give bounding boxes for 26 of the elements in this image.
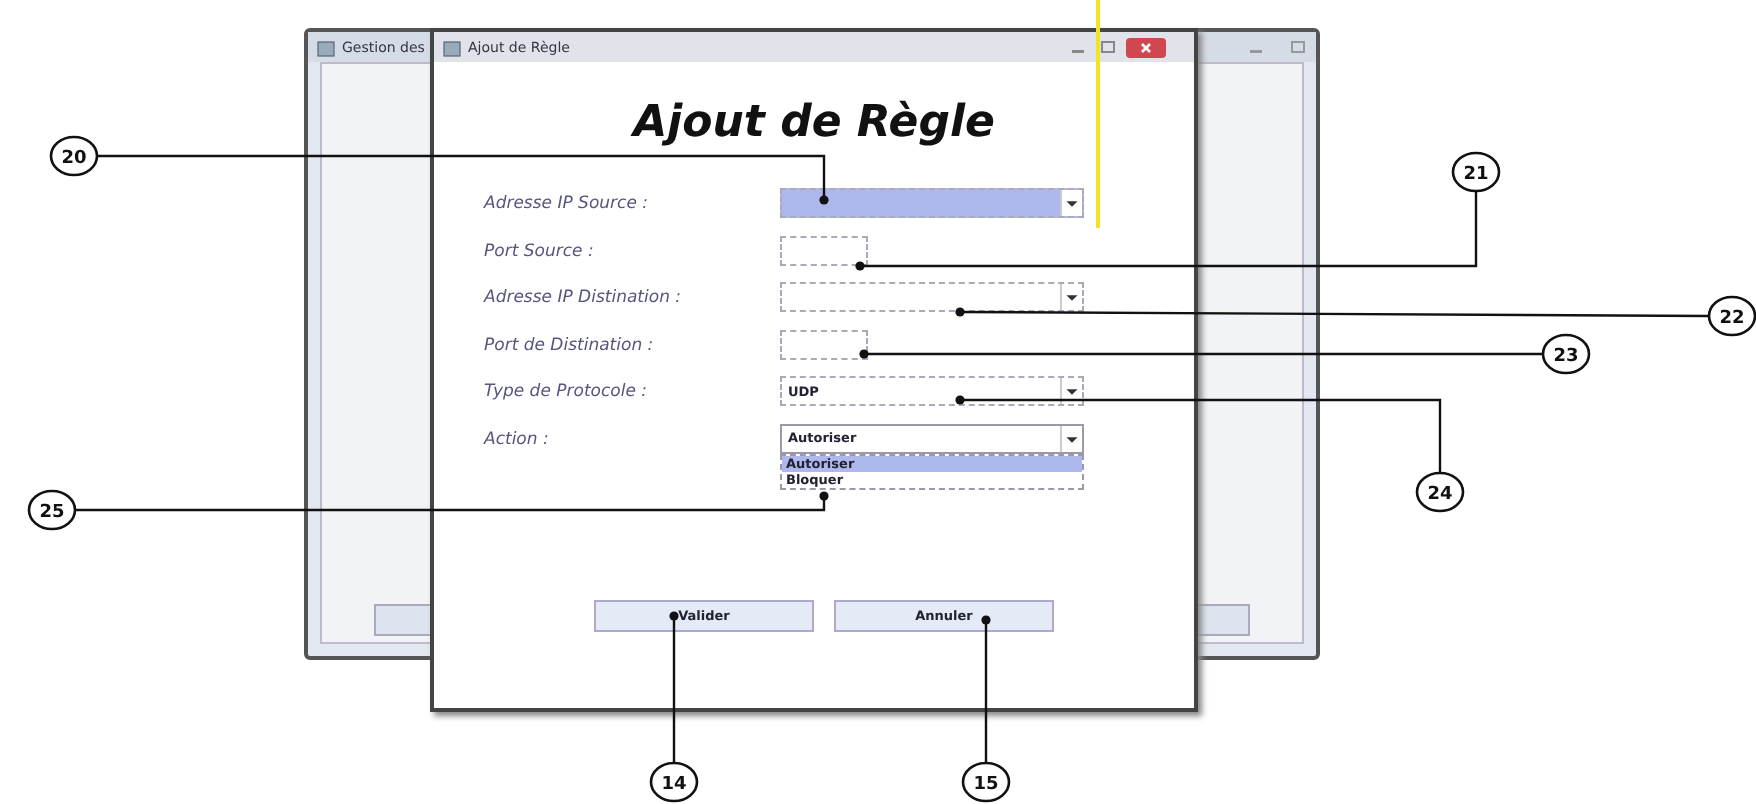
callout-number: 24 xyxy=(1427,485,1453,505)
callout-number: 25 xyxy=(39,503,65,523)
callout-ring xyxy=(49,135,99,177)
field-label: Action : xyxy=(484,427,551,449)
app-icon xyxy=(442,37,462,57)
app-icon xyxy=(316,37,336,57)
callout-number: 23 xyxy=(1553,347,1579,367)
dialog-heading: Ajout de Règle xyxy=(633,98,995,148)
field-label: Port de Distination : xyxy=(484,333,656,355)
field-label: Port Source : xyxy=(484,239,596,261)
callout-ring xyxy=(27,489,77,531)
field-label: Adresse IP Distination : xyxy=(484,286,684,308)
field-label: Type de Protocole : xyxy=(484,380,650,402)
callout-number: 21 xyxy=(1463,165,1489,185)
callout-number: 20 xyxy=(61,149,87,169)
callout-number: 22 xyxy=(1719,309,1745,329)
callout-ring xyxy=(1415,471,1465,513)
callout-number: 14 xyxy=(661,775,687,795)
callout-number: 15 xyxy=(973,775,999,795)
dropdown-field[interactable] xyxy=(780,282,1084,312)
close-icon[interactable] xyxy=(1126,37,1166,57)
field-label: Adresse IP Source : xyxy=(484,192,651,214)
callout-ring xyxy=(1451,151,1501,193)
maximize-icon[interactable] xyxy=(1096,39,1120,55)
callout-ring xyxy=(1541,333,1591,375)
dropdown-field[interactable] xyxy=(780,188,1084,218)
